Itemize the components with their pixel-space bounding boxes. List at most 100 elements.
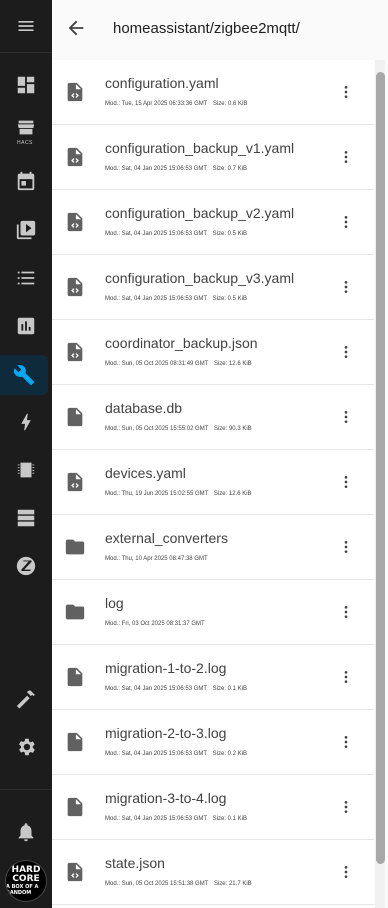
file-list-item[interactable]: migration-1-to-2.log Mod.: Sat, 04 Jan 2… <box>52 645 374 710</box>
app-header: homeassistant/zigbee2mqtt/ <box>52 0 388 56</box>
file-size: Size: 0.1 KiB <box>212 816 247 822</box>
dots-vertical-icon <box>344 671 348 683</box>
file-name: state.json <box>105 855 165 871</box>
list-icon <box>17 271 35 285</box>
calendar-icon <box>17 171 35 191</box>
file-modified: Mod.: Sun, 05 Oct 2025 08:31:49 GMT <box>105 361 209 367</box>
file-meta: Mod.: Sat, 04 Jan 2025 15:06:53 GMT Size… <box>105 231 247 237</box>
menu-button[interactable] <box>0 0 52 53</box>
gear-icon <box>19 738 35 756</box>
file-meta: Mod.: Sat, 04 Jan 2025 15:06:53 GMT Size… <box>105 686 247 692</box>
store-icon <box>17 120 35 135</box>
file-modified: Mod.: Sun, 05 Oct 2025 15:51:38 GMT <box>105 881 209 887</box>
sidebar-item-overview[interactable] <box>0 65 52 105</box>
file-name: database.db <box>105 400 183 416</box>
more-options-button[interactable] <box>332 793 360 821</box>
sidebar-item-settings[interactable] <box>0 727 52 767</box>
more-options-button[interactable] <box>332 273 360 301</box>
file-meta: Mod.: Sat, 04 Jan 2025 15:06:53 GMT Size… <box>105 751 247 757</box>
sidebar-item-zigbee2mqtt[interactable] <box>0 546 52 586</box>
code-file-icon <box>64 860 86 884</box>
file-modified: Mod.: Sat, 04 Jan 2025 15:06:53 GMT <box>105 296 207 302</box>
file-list: configuration.yaml Mod.: Tue, 15 Apr 202… <box>52 60 374 908</box>
file-name: coordinator_backup.json <box>105 335 258 351</box>
dots-vertical-icon <box>344 541 348 553</box>
file-name: migration-3-to-4.log <box>105 790 227 806</box>
file-list-item[interactable]: configuration_backup_v2.yaml Mod.: Sat, … <box>52 190 374 255</box>
more-options-button[interactable] <box>332 598 360 626</box>
dots-vertical-icon <box>344 86 348 98</box>
zigbee-icon <box>16 556 36 576</box>
code-file-icon <box>64 470 86 494</box>
hamburger-menu-icon <box>18 21 34 31</box>
file-size: Size: 90.3 KiB <box>213 426 252 432</box>
sidebar-item-developer-hammer[interactable] <box>0 679 52 719</box>
scrollbar-thumb[interactable] <box>376 72 385 864</box>
code-file-icon <box>64 145 86 169</box>
path-title: homeassistant/zigbee2mqtt/ <box>113 19 300 37</box>
file-list-item[interactable]: state.json Mod.: Sun, 05 Oct 2025 15:51:… <box>52 840 374 905</box>
sidebar-item-notifications[interactable] <box>0 812 52 852</box>
more-options-button[interactable] <box>332 728 360 756</box>
file-list-item[interactable]: configuration.yaml Mod.: Tue, 15 Apr 202… <box>52 60 374 125</box>
sidebar-item-hardware[interactable] <box>0 450 52 490</box>
file-size: Size: 21.7 KiB <box>213 881 252 887</box>
sidebar-item-servers[interactable] <box>0 498 52 538</box>
file-name: configuration_backup_v3.yaml <box>105 270 295 286</box>
user-avatar[interactable]: HARD CORE A BOX OF A RANDOM <box>5 860 47 902</box>
file-list-item[interactable]: database.db Mod.: Sun, 05 Oct 2025 15:55… <box>52 385 374 450</box>
file-meta: Mod.: Tue, 15 Apr 2025 06:33:36 GMT Size… <box>105 101 247 107</box>
file-list-item[interactable]: migration-2-to-3.log Mod.: Sat, 04 Jan 2… <box>52 710 374 775</box>
wrench-icon <box>13 365 35 386</box>
file-name: configuration_backup_v2.yaml <box>105 205 295 221</box>
file-size: Size: 12.6 KiB <box>213 361 252 367</box>
back-button[interactable] <box>52 4 100 52</box>
file-name: migration-1-to-2.log <box>105 660 227 676</box>
arrow-left-icon <box>68 20 84 36</box>
file-list-item[interactable]: external_converters Mod.: Thu, 10 Apr 20… <box>52 515 374 580</box>
file-name: log <box>105 595 124 611</box>
file-list-item[interactable]: coordinator_backup.json Mod.: Sun, 05 Oc… <box>52 320 374 385</box>
file-size: Size: 0.7 KiB <box>212 166 247 172</box>
file-list-item[interactable]: devices.yaml Mod.: Thu, 19 Jun 2025 15:0… <box>52 450 374 515</box>
file-name: configuration_backup_v1.yaml <box>105 140 295 156</box>
file-modified: Mod.: Sun, 05 Oct 2025 15:55:02 GMT <box>105 426 209 432</box>
more-options-button[interactable] <box>332 403 360 431</box>
sidebar-item-todo[interactable] <box>0 258 52 298</box>
sidebar-divider <box>0 789 52 790</box>
dots-vertical-icon <box>344 346 348 358</box>
file-list-item[interactable]: migration-3-to-4.log Mod.: Sat, 04 Jan 2… <box>52 775 374 840</box>
more-options-button[interactable] <box>332 663 360 691</box>
dots-vertical-icon <box>344 216 348 228</box>
server-icon <box>17 509 35 527</box>
sidebar-item-media[interactable] <box>0 210 52 250</box>
file-list-item[interactable]: configuration_backup_v3.yaml Mod.: Sat, … <box>52 255 374 320</box>
sidebar-item-history[interactable] <box>0 306 52 346</box>
more-options-button[interactable] <box>332 468 360 496</box>
file-name: devices.yaml <box>105 465 186 481</box>
file-icon <box>64 405 86 429</box>
sidebar-item-hacs[interactable]: HACS <box>0 112 52 152</box>
sidebar-item-developer-tools[interactable] <box>0 355 48 395</box>
file-modified: Mod.: Sat, 04 Jan 2025 15:06:53 GMT <box>105 231 207 237</box>
more-options-button[interactable] <box>332 533 360 561</box>
more-options-button[interactable] <box>332 858 360 886</box>
dots-vertical-icon <box>344 476 348 488</box>
more-options-button[interactable] <box>332 78 360 106</box>
sidebar-item-energy[interactable] <box>0 402 52 442</box>
more-options-button[interactable] <box>332 143 360 171</box>
sidebar-item-calendar[interactable] <box>0 161 52 201</box>
chip-icon <box>17 462 35 478</box>
file-icon <box>64 795 86 819</box>
file-list-item[interactable]: log Mod.: Fri, 03 Oct 2025 08:31:37 GMT <box>52 580 374 645</box>
dots-vertical-icon <box>344 411 348 423</box>
file-modified: Mod.: Sat, 04 Jan 2025 15:06:53 GMT <box>105 751 207 757</box>
file-name: configuration.yaml <box>105 75 219 91</box>
file-size: Size: 0.6 KiB <box>212 101 248 107</box>
more-options-button[interactable] <box>332 208 360 236</box>
file-size: Size: 12.6 KiB <box>213 491 252 497</box>
dots-vertical-icon <box>344 736 348 748</box>
file-list-item[interactable]: configuration_backup_v1.yaml Mod.: Sat, … <box>52 125 374 190</box>
more-options-button[interactable] <box>332 338 360 366</box>
file-meta: Mod.: Fri, 03 Oct 2025 08:31:37 GMT <box>105 621 209 627</box>
